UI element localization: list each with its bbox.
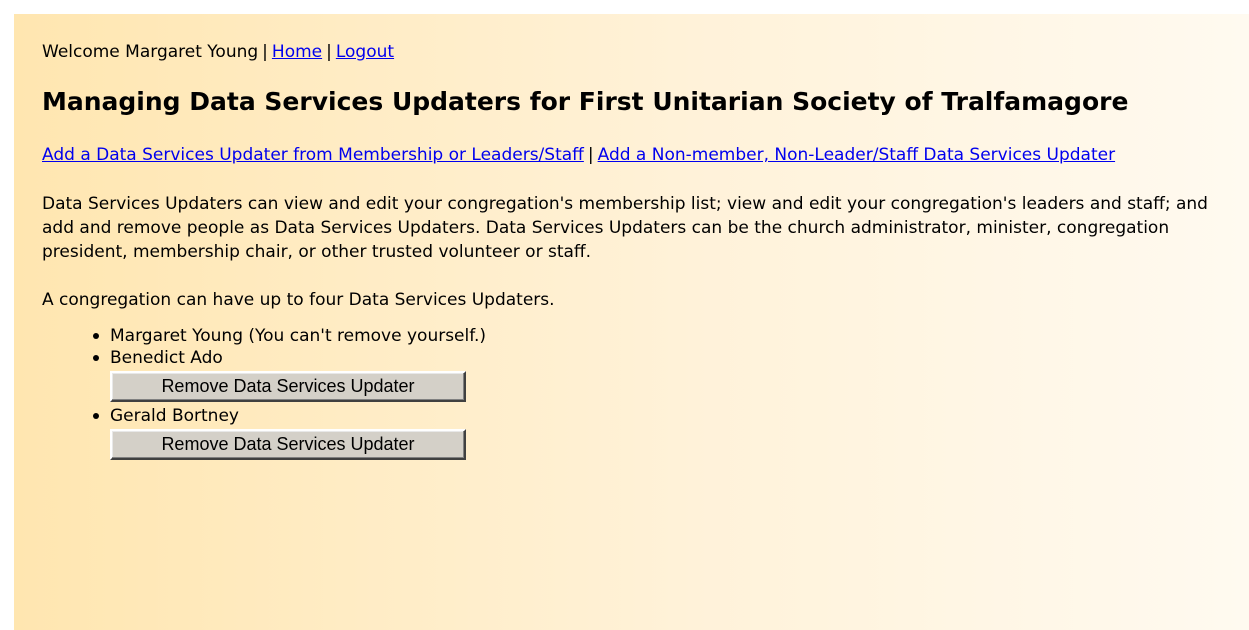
updater-name: Benedict Ado [110,348,223,368]
list-item: Margaret Young (You can't remove yoursel… [93,325,1249,347]
separator: | [587,145,594,165]
list-item: Benedict Ado Remove Data Services Update… [93,347,1249,402]
remove-updater-button[interactable]: Remove Data Services Updater [110,429,466,460]
user-bar: Welcome Margaret Young | Home | Logout [42,41,1249,63]
logout-link[interactable]: Logout [336,42,394,62]
updaters-list: Margaret Young (You can't remove yoursel… [42,325,1249,460]
separator: | [326,42,332,62]
page-content: Welcome Margaret Young | Home | Logout Manag… [14,14,1249,630]
description-text: Data Services Updaters can view and edit… [42,194,1208,262]
add-updater-from-membership-link[interactable]: Add a Data Services Updater from Members… [42,145,584,165]
separator: | [262,42,268,62]
updater-name: Margaret Young (You can't remove yoursel… [110,326,487,346]
action-links: Add a Data Services Updater from Members… [42,143,1212,168]
limit-note: A congregation can have up to four Data … [42,290,555,310]
page-title: Managing Data Services Updaters for Firs… [42,87,1129,116]
welcome-text: Welcome Margaret Young [42,42,259,62]
home-link[interactable]: Home [272,42,322,62]
remove-updater-button[interactable]: Remove Data Services Updater [110,371,466,402]
add-non-member-updater-link[interactable]: Add a Non-member, Non-Leader/Staff Data … [598,145,1115,165]
list-item: Gerald Bortney Remove Data Services Upda… [93,405,1249,460]
updater-name: Gerald Bortney [110,406,239,426]
